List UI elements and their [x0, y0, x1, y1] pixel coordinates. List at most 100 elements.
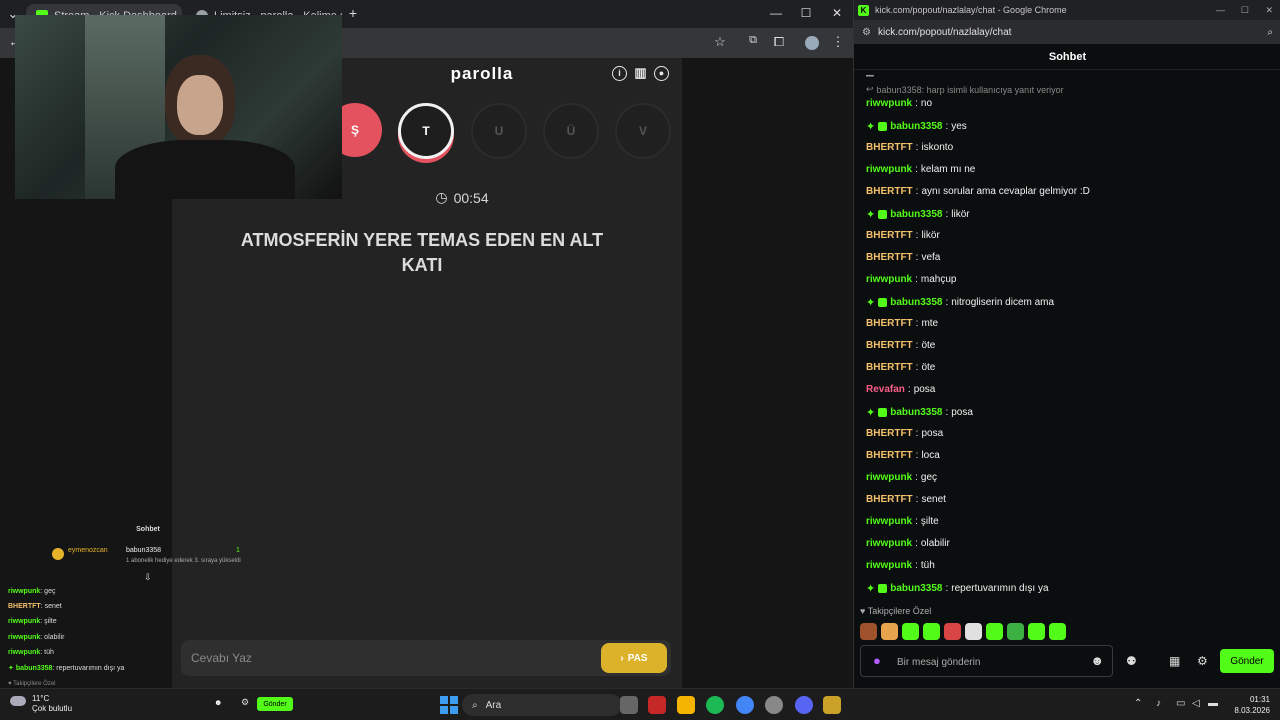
- mini-chat-line: riwwpunk: tüh: [8, 649, 54, 656]
- maximize-button[interactable]: ☐: [796, 6, 816, 20]
- chat-username[interactable]: babun3358: [890, 583, 942, 594]
- emote-icon[interactable]: [902, 623, 919, 640]
- chat-username[interactable]: riwwpunk: [866, 538, 912, 549]
- chat-username[interactable]: babun3358: [890, 121, 942, 132]
- chat-username[interactable]: BHERTFT: [866, 252, 913, 263]
- task-view-icon[interactable]: [620, 696, 638, 714]
- mini-settings-icon[interactable]: ⚙: [241, 697, 249, 708]
- emote-icon[interactable]: [986, 623, 1003, 640]
- chat-username[interactable]: riwwpunk: [866, 516, 912, 527]
- site-info-icon[interactable]: ⚙: [862, 27, 871, 38]
- taskbar-clock[interactable]: 01:31 8.03.2026: [1220, 694, 1270, 716]
- translate-icon[interactable]: ⧉: [744, 34, 762, 47]
- volume-icon[interactable]: ◁: [1192, 698, 1200, 709]
- chat-username[interactable]: riwwpunk: [866, 274, 912, 285]
- minimize-button[interactable]: —: [1216, 5, 1225, 15]
- chat-username[interactable]: babun3358: [890, 297, 942, 308]
- tray-chevron-icon[interactable]: ⌃: [1134, 698, 1142, 709]
- clock-icon: ◷: [435, 189, 448, 205]
- extensions-icon[interactable]: ⧠: [770, 34, 788, 50]
- chat-message: Revafan: posa: [866, 384, 935, 395]
- app-game-icon[interactable]: [823, 696, 841, 714]
- emote-icon[interactable]: [923, 623, 940, 640]
- chat-username[interactable]: babun3358: [890, 209, 942, 220]
- zoom-icon[interactable]: ⌕: [1267, 27, 1273, 38]
- emote-icon[interactable]: [1007, 623, 1024, 640]
- settings-gear-icon[interactable]: ⚙: [1197, 654, 1208, 668]
- close-window-button[interactable]: ✕: [1265, 5, 1273, 16]
- windows-start-icon[interactable]: [440, 696, 458, 714]
- mini-emoji-icon[interactable]: ☻: [214, 698, 222, 707]
- emote-icon[interactable]: [881, 623, 898, 640]
- chat-message: BHERTFT: likör: [866, 230, 940, 241]
- battery-icon[interactable]: ▬: [1208, 698, 1218, 709]
- weather-temp: 11°C: [32, 694, 50, 703]
- chat-message: BHERTFT: mte: [866, 318, 938, 329]
- info-icon[interactable]: i: [612, 66, 627, 81]
- gift-icon[interactable]: ▦: [1169, 654, 1180, 668]
- minimize-button[interactable]: —: [766, 6, 786, 20]
- chat-message: BHERTFT: iskonto: [866, 142, 953, 153]
- chat-text: loca: [921, 450, 940, 461]
- chat-text: yes: [951, 121, 967, 132]
- chat-message: ✦ babun3358: repertuvarımın dışı ya: [866, 582, 1049, 595]
- chat-username[interactable]: BHERTFT: [866, 362, 913, 373]
- app-p-icon[interactable]: [648, 696, 666, 714]
- file-explorer-icon[interactable]: [677, 696, 695, 714]
- emote-icon[interactable]: [1028, 623, 1045, 640]
- chat-username[interactable]: riwwpunk: [866, 98, 912, 109]
- chat-username[interactable]: BHERTFT: [866, 142, 913, 153]
- taskbar-search[interactable]: ⌕ Ara: [462, 694, 622, 716]
- answer-input[interactable]: [191, 648, 571, 668]
- sparkle-badge-icon: ✦: [866, 121, 876, 133]
- network-icon[interactable]: ▭: [1176, 698, 1185, 709]
- chat-username[interactable]: riwwpunk: [866, 472, 912, 483]
- message-input[interactable]: [897, 654, 1077, 670]
- chat-username[interactable]: babun3358: [890, 407, 942, 418]
- pass-button[interactable]: › PAS: [601, 643, 667, 673]
- chat-username[interactable]: BHERTFT: [866, 494, 913, 505]
- spotify-icon[interactable]: [706, 696, 724, 714]
- new-tab-button[interactable]: +: [344, 5, 362, 21]
- chat-username[interactable]: Revafan: [866, 384, 905, 395]
- emote-icon[interactable]: [965, 623, 982, 640]
- chat-username[interactable]: BHERTFT: [866, 450, 913, 461]
- bookmark-star-icon[interactable]: ☆: [711, 34, 729, 50]
- menu-icon[interactable]: ⋮: [829, 34, 847, 50]
- gift-badge-icon: [878, 122, 888, 131]
- maximize-button[interactable]: ☐: [1241, 5, 1249, 16]
- send-button[interactable]: Gönder: [1220, 649, 1274, 673]
- mic-icon[interactable]: ●: [873, 653, 881, 668]
- pinned-text: 1 abonelik hediye ederek 3. sıraya yükse…: [126, 558, 241, 564]
- profile-icon[interactable]: ●: [654, 66, 669, 81]
- mini-send-button[interactable]: Gönder: [257, 697, 293, 711]
- emote-icon[interactable]: [944, 623, 961, 640]
- chat-username[interactable]: BHERTFT: [866, 186, 913, 197]
- emoji-icon[interactable]: ☻: [1090, 653, 1104, 668]
- chat-username[interactable]: BHERTFT: [866, 340, 913, 351]
- mini-user: riwwpunk: [8, 649, 41, 656]
- chat-text: posa: [921, 428, 944, 439]
- mic-tray-icon[interactable]: ♪: [1156, 698, 1161, 709]
- close-window-button[interactable]: ✕: [827, 6, 847, 20]
- weather-widget[interactable]: 11°C Çok bulutlu: [10, 694, 72, 714]
- chat-username[interactable]: riwwpunk: [866, 560, 912, 571]
- chat-username[interactable]: BHERTFT: [866, 230, 913, 241]
- chat-username[interactable]: BHERTFT: [866, 428, 913, 439]
- discord-icon[interactable]: [795, 696, 813, 714]
- chat-username[interactable]: BHERTFT: [866, 318, 913, 329]
- emote-icon[interactable]: [1049, 623, 1066, 640]
- chat-username[interactable]: riwwpunk: [866, 164, 912, 175]
- app-github-icon[interactable]: [765, 696, 783, 714]
- scroll-down-icon[interactable]: ⇩: [144, 572, 152, 583]
- chat-popup-window: K kick.com/popout/nazlalay/chat - Google…: [853, 0, 1280, 688]
- emote-icon[interactable]: [860, 623, 877, 640]
- stats-icon[interactable]: ▥: [633, 66, 648, 81]
- chat-colon: :: [915, 538, 918, 549]
- chat-colon: :: [945, 209, 949, 220]
- mini-chat-input[interactable]: ☻: [200, 696, 260, 710]
- profile-avatar[interactable]: [805, 36, 819, 50]
- popup-url-bar[interactable]: ⚙ kick.com/popout/nazlalay/chat ⌕: [854, 20, 1280, 44]
- chrome-icon[interactable]: [736, 696, 754, 714]
- channel-points-icon[interactable]: ⚉: [1126, 654, 1137, 668]
